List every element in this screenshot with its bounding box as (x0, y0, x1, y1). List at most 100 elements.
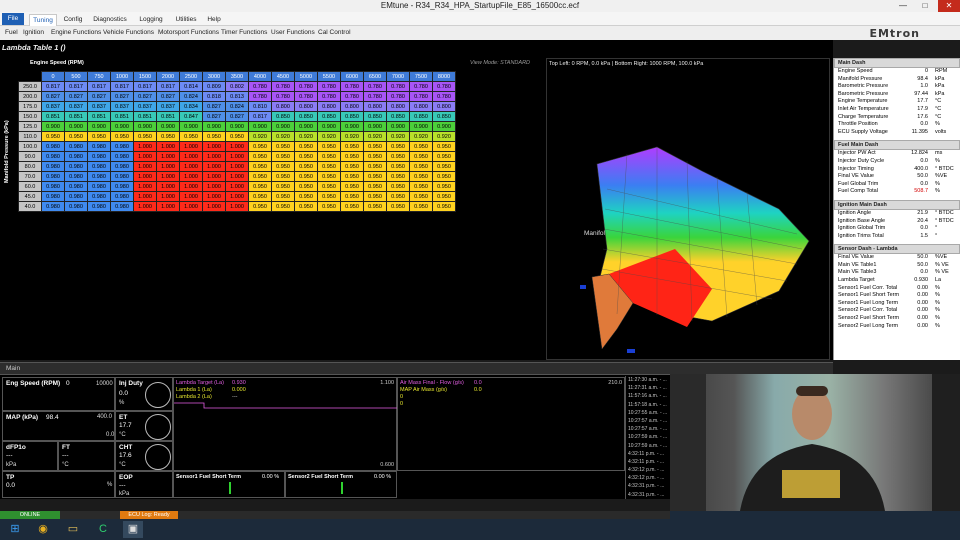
lambda-cell[interactable]: 0.780 (363, 81, 387, 92)
rpm-axis-cell[interactable]: 750 (87, 71, 111, 82)
lambda-cell[interactable]: 1.000 (133, 171, 157, 182)
lambda-cell[interactable]: 0.950 (87, 131, 111, 142)
log-entry[interactable]: 11:27:31 a.m. - ... (626, 384, 670, 392)
lambda-cell[interactable]: 0.950 (248, 191, 272, 202)
lambda-cell[interactable]: 0.780 (294, 91, 318, 102)
lambda-cell[interactable]: 0.851 (156, 111, 180, 122)
lambda-cell[interactable]: 1.000 (225, 141, 249, 152)
main-layout-bar[interactable]: Main (0, 362, 833, 374)
lambda-cell[interactable]: 0.920 (432, 131, 456, 142)
lambda-cell[interactable]: 0.950 (248, 151, 272, 162)
lambda-cell[interactable]: 1.000 (156, 161, 180, 172)
lambda-cell[interactable]: 0.950 (271, 161, 295, 172)
lambda-cell[interactable]: 1.000 (133, 141, 157, 152)
lambda-cell[interactable]: 0.980 (87, 151, 111, 162)
lambda-cell[interactable]: 0.980 (64, 171, 88, 182)
log-entry[interactable]: 10:27:57 a.m. - ... (626, 425, 670, 433)
lambda-cell[interactable]: 0.920 (409, 131, 433, 142)
rpm-axis-cell[interactable]: 2500 (179, 71, 203, 82)
lambda-cell[interactable]: 0.950 (64, 131, 88, 142)
lambda-cell[interactable]: 0.980 (87, 201, 111, 212)
lambda-cell[interactable]: 1.000 (202, 151, 226, 162)
rpm-axis-cell[interactable]: 4000 (248, 71, 272, 82)
lambda-cell[interactable]: 0.950 (41, 131, 65, 142)
map-axis-cell[interactable]: 150.0 (18, 111, 42, 122)
lambda-cell[interactable]: 0.900 (179, 121, 203, 132)
minimize-button[interactable]: — (892, 0, 914, 12)
map-axis-cell[interactable]: 45.0 (18, 191, 42, 202)
lambda-cell[interactable]: 0.950 (271, 201, 295, 212)
tab-utilities[interactable]: Utilities (172, 14, 200, 26)
menu-user-functions[interactable]: User Functions (271, 28, 315, 38)
rpm-axis-cell[interactable]: 6000 (340, 71, 364, 82)
lambda-cell[interactable]: 1.000 (202, 141, 226, 152)
lambda-cell[interactable]: 0.850 (294, 111, 318, 122)
lambda-cell[interactable]: 0.980 (41, 171, 65, 182)
lambda-cell[interactable]: 0.900 (294, 121, 318, 132)
lambda-cell[interactable]: 1.000 (202, 191, 226, 202)
lambda-cell[interactable]: 0.780 (248, 91, 272, 102)
sensor2-trim-gauge[interactable]: Sensor2 Fuel Short Term 0.00 % (285, 471, 397, 498)
lambda-cell[interactable]: 1.000 (225, 171, 249, 182)
lambda-cell[interactable]: 1.000 (179, 201, 203, 212)
log-entry[interactable]: 4:32:11 p.m. - ... (626, 458, 670, 466)
log-entry[interactable]: 4:32:12 p.m. - ... (626, 466, 670, 474)
log-entry[interactable]: 10:27:57 a.m. - ... (626, 417, 670, 425)
map-axis-cell[interactable]: 175.0 (18, 101, 42, 112)
lambda-cell[interactable]: 0.837 (64, 101, 88, 112)
lambda-cell[interactable]: 0.980 (87, 141, 111, 152)
lambda-cell[interactable]: 0.950 (363, 181, 387, 192)
lambda-cell[interactable]: 0.950 (386, 181, 410, 192)
lambda-cell[interactable]: 0.950 (110, 131, 134, 142)
lambda-cell[interactable]: 0.851 (87, 111, 111, 122)
lambda-cell[interactable]: 0.950 (432, 151, 456, 162)
lambda-cell[interactable]: 0.817 (248, 111, 272, 122)
lambda-cell[interactable]: 0.850 (271, 111, 295, 122)
lambda-cell[interactable]: 1.000 (156, 151, 180, 162)
lambda-cell[interactable]: 0.950 (271, 141, 295, 152)
lambda-cell[interactable]: 0.950 (179, 131, 203, 142)
lambda-cell[interactable]: 0.950 (409, 151, 433, 162)
lambda-cell[interactable]: 0.900 (202, 121, 226, 132)
lambda-cell[interactable]: 0.950 (409, 191, 433, 202)
lambda-cell[interactable]: 0.837 (133, 101, 157, 112)
lambda-cell[interactable]: 0.980 (64, 151, 88, 162)
lambda-cell[interactable]: 0.814 (179, 81, 203, 92)
log-entry[interactable]: 10:27:55 a.m. - ... (626, 409, 670, 417)
lambda-cell[interactable]: 0.950 (294, 181, 318, 192)
lambda-cell[interactable]: 0.950 (340, 141, 364, 152)
lambda-cell[interactable]: 1.000 (225, 201, 249, 212)
lambda-cell[interactable]: 0.950 (340, 191, 364, 202)
lambda-cell[interactable]: 0.780 (317, 81, 341, 92)
rpm-axis-cell[interactable]: 3500 (225, 71, 249, 82)
lambda-cell[interactable]: 0.980 (110, 181, 134, 192)
lambda-cell[interactable]: 0.950 (248, 161, 272, 172)
lambda-cell[interactable]: 0.800 (432, 101, 456, 112)
lambda-cell[interactable]: 1.000 (133, 161, 157, 172)
lambda-cell[interactable]: 0.780 (386, 91, 410, 102)
lambda-cell[interactable]: 0.780 (340, 91, 364, 102)
lambda-cell[interactable]: 0.950 (294, 201, 318, 212)
gauge-et[interactable]: ET 17.7 °C (115, 411, 173, 441)
lambda-cell[interactable]: 0.950 (317, 161, 341, 172)
lambda-cell[interactable]: 0.780 (432, 81, 456, 92)
lambda-cell[interactable]: 0.950 (363, 141, 387, 152)
lambda-cell[interactable]: 0.980 (64, 141, 88, 152)
rpm-axis-cell[interactable]: 4500 (271, 71, 295, 82)
rpm-axis-cell[interactable]: 1000 (110, 71, 134, 82)
windows-start-icon[interactable]: ⊞ (5, 521, 25, 538)
lambda-cell[interactable]: 1.000 (202, 201, 226, 212)
menu-vehicle-functions[interactable]: Vehicle Functions (103, 28, 154, 38)
lambda-cell[interactable]: 0.900 (225, 121, 249, 132)
tab-tuning[interactable]: Tuning (29, 14, 57, 26)
lambda-cell[interactable]: 0.800 (294, 101, 318, 112)
lambda-cell[interactable]: 0.920 (294, 131, 318, 142)
lambda-cell[interactable]: 0.780 (386, 81, 410, 92)
gauge-dfp[interactable]: dFP1o --- kPa (2, 441, 58, 471)
lambda-cell[interactable]: 0.950 (432, 191, 456, 202)
menu-engine-functions[interactable]: Engine Functions (51, 28, 101, 38)
lambda-cell[interactable]: 0.780 (409, 91, 433, 102)
lambda-cell[interactable]: 0.980 (41, 141, 65, 152)
lambda-cell[interactable]: 0.851 (133, 111, 157, 122)
close-button[interactable]: ✕ (938, 0, 960, 12)
